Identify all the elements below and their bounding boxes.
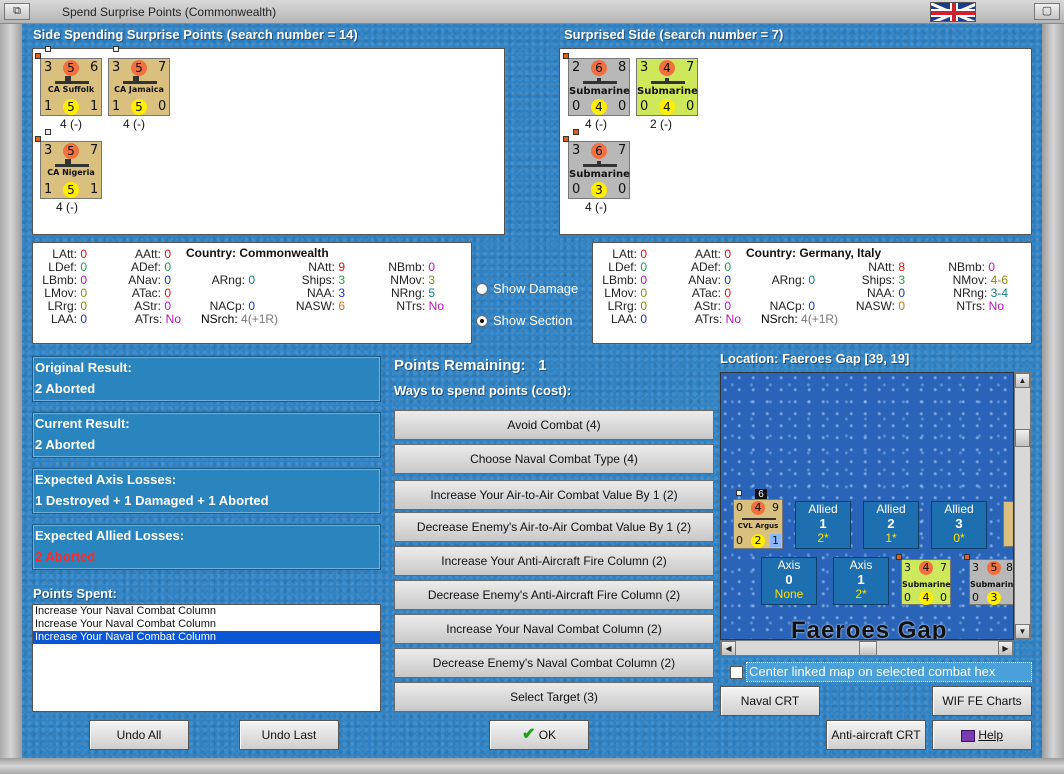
scroll-thumb[interactable] (859, 641, 877, 656)
maximize-button[interactable]: ▢ (1034, 3, 1060, 20)
spending-side-panel: 3 5 6 CA Suffolk 1 5 1 4 (-) 3 5 7 CA Ja… (32, 46, 505, 235)
loss-note: 4 (-) (585, 200, 607, 214)
list-item[interactable]: Increase Your Naval Combat Column (33, 605, 380, 618)
decrease-enemy-naval-combat-button[interactable]: Decrease Enemy's Naval Combat Column (2) (394, 648, 714, 678)
avoid-combat-button[interactable]: Avoid Combat (4) (394, 410, 714, 440)
map-unit-counter[interactable]: 3 4 7 Submarine 0 4 0 (896, 554, 951, 605)
decrease-enemy-air-to-air-button[interactable]: Decrease Enemy's Air-to-Air Combat Value… (394, 512, 714, 542)
undo-last-button[interactable]: Undo Last (239, 720, 339, 750)
union-jack-flag-icon (930, 2, 976, 22)
window-frame-left (0, 24, 22, 774)
title-bar: ⧉ Spend Surprise Points (Commonwealth) ▢ (0, 0, 1064, 24)
unit-counter[interactable]: 3 5 7 CA Nigeria 1 5 1 (35, 129, 102, 199)
increase-anti-aircraft-button[interactable]: Increase Your Anti-Aircraft Fire Column … (394, 546, 714, 576)
original-result-box: Original Result: 2 Aborted (32, 356, 381, 402)
center-map-label[interactable]: Center linked map on selected combat hex (746, 662, 1032, 682)
points-remaining: Points Remaining: 1 (394, 357, 547, 374)
select-target-button[interactable]: Select Target (3) (394, 682, 714, 712)
hex-map[interactable]: 6 0 4 9 CVL Argus 0 2 1 Allied 1 2* Allied… (720, 372, 1014, 640)
show-section-radio[interactable] (476, 315, 488, 327)
map-vertical-scrollbar[interactable]: ▲ ▼ (1014, 372, 1031, 640)
undo-all-button[interactable]: Undo All (89, 720, 189, 750)
expected-allied-losses-box: Expected Allied Losses: 2 Aborted (32, 524, 381, 570)
anti-aircraft-crt-button[interactable]: Anti-aircraft CRT (826, 720, 926, 750)
loss-note: 2 (-) (650, 117, 672, 131)
choose-naval-combat-type-button[interactable]: Choose Naval Combat Type (4) (394, 444, 714, 474)
axis-box-1[interactable]: Axis 1 2* (833, 557, 889, 605)
scroll-right-icon[interactable]: ▶ (998, 641, 1013, 656)
scroll-up-icon[interactable]: ▲ (1015, 373, 1030, 388)
checkmark-icon: ✔ (521, 726, 536, 743)
unit-counter[interactable]: 3 4 7 Submarine 0 4 0 (636, 58, 698, 116)
unit-counter[interactable]: 3 6 7 Submarine 0 3 0 (563, 129, 630, 199)
spending-side-header: Side Spending Surprise Points (search nu… (33, 27, 358, 42)
surprised-side-panel: 2 6 8 Submarine 0 4 0 4 (-) 3 4 7 Submar… (559, 48, 1032, 235)
location-label: Location: Faeroes Gap [39, 19] (720, 351, 910, 366)
current-result-box: Current Result: 2 Aborted (32, 412, 381, 458)
system-menu-button[interactable]: ⧉ (4, 3, 30, 20)
help-book-icon (960, 729, 975, 742)
naval-crt-button[interactable]: Naval CRT (720, 686, 820, 716)
points-spent-label: Points Spent: (33, 586, 117, 601)
allied-box-2[interactable]: Allied 2 1* (863, 501, 919, 549)
map-unit-counter[interactable]: 0 4 9 CVL Argus 0 2 1 (733, 490, 783, 549)
loss-note: 4 (-) (123, 117, 145, 131)
map-place-name: Faeroes Gap (791, 617, 948, 640)
increase-naval-combat-button[interactable]: Increase Your Naval Combat Column (2) (394, 614, 714, 644)
scroll-left-icon[interactable]: ◀ (721, 641, 736, 656)
map-unit-counter-partial[interactable] (1003, 501, 1013, 547)
center-map-checkbox[interactable] (730, 666, 743, 679)
allied-box-1[interactable]: Allied 1 2* (795, 501, 851, 549)
wif-fe-charts-button[interactable]: WIF FE Charts (932, 686, 1032, 716)
show-section-label: Show Section (493, 313, 573, 328)
ok-button[interactable]: ✔ OK (489, 720, 589, 750)
list-item[interactable]: Increase Your Naval Combat Column (33, 618, 380, 631)
stats-panel-left: LAtt: 0 LDef: 0 LBmb: 0 LMov: 0 LRrg: 0 … (32, 242, 472, 344)
show-damage-radio[interactable] (476, 283, 488, 295)
scroll-thumb[interactable] (1015, 429, 1030, 447)
unit-counter[interactable]: 3 5 6 CA Suffolk 1 5 1 (35, 46, 102, 116)
window-frame-bottom (0, 758, 1064, 774)
unit-counter[interactable]: 2 6 8 Submarine 0 4 0 (563, 53, 630, 116)
unit-counter[interactable]: 3 5 7 CA Jamaica 1 5 0 (108, 46, 170, 116)
show-damage-label: Show Damage (493, 281, 579, 296)
help-button[interactable]: Help (932, 720, 1032, 750)
points-spent-list[interactable]: Increase Your Naval Combat Column Increa… (32, 604, 381, 712)
decrease-enemy-anti-aircraft-button[interactable]: Decrease Enemy's Anti-Aircraft Fire Colu… (394, 580, 714, 610)
expected-axis-losses-box: Expected Axis Losses: 1 Destroyed + 1 Da… (32, 468, 381, 514)
scroll-down-icon[interactable]: ▼ (1015, 624, 1030, 639)
map-unit-counter[interactable]: 3 5 8 Submarine 0 3 (964, 554, 1013, 605)
list-item[interactable]: Increase Your Naval Combat Column (33, 631, 380, 644)
ways-to-spend-label: Ways to spend points (cost): (394, 383, 572, 398)
window-title: Spend Surprise Points (Commonwealth) (62, 5, 277, 19)
map-horizontal-scrollbar[interactable]: ◀ ▶ (720, 640, 1014, 656)
surprised-side-header: Surprised Side (search number = 7) (564, 27, 784, 42)
stats-panel-right: LAtt: 0 LDef: 0 LBmb: 0 LMov: 0 LRrg: 0 … (592, 242, 1032, 344)
increase-air-to-air-button[interactable]: Increase Your Air-to-Air Combat Value By… (394, 480, 714, 510)
window-frame-right (1042, 24, 1064, 774)
carrier-silhouette-icon (742, 518, 776, 520)
axis-box-0[interactable]: Axis 0 None (761, 557, 817, 605)
loss-note: 4 (-) (56, 200, 78, 214)
allied-box-3[interactable]: Allied 3 0* (931, 501, 987, 549)
